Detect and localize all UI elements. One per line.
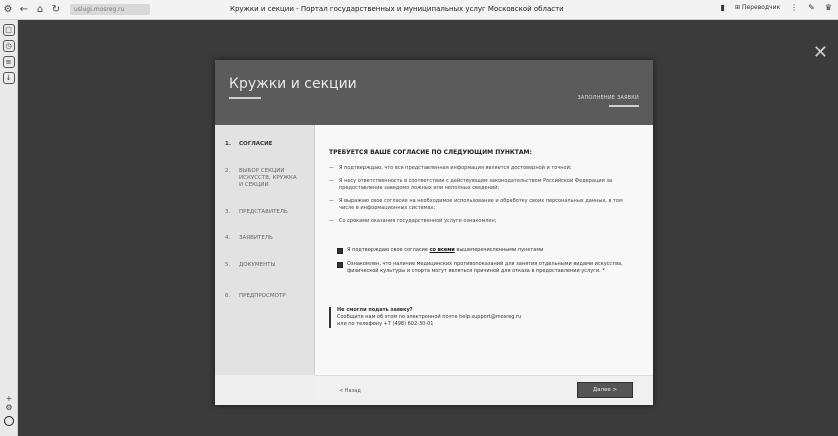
settings-icon[interactable]: ⚙ [0, 2, 16, 18]
fill-application-label: ЗАПОЛНЕНИЕ ЗАЯВКИ [577, 95, 639, 101]
side-panel: □ ◷ ≡ ↓ + ⚙ [0, 20, 18, 436]
profile-icon[interactable] [4, 416, 14, 426]
help-phone-line: или по телефону +7 (498) 602-30-01 [337, 321, 434, 327]
home-icon[interactable]: ⌂ [32, 2, 48, 18]
steps-sidebar: 1. СОГЛАСИЕ 2. ВЫБОР СЕКЦИИ ИСКУССТВ, КР… [215, 125, 315, 375]
modal-footer: < Назад Далее > [315, 375, 653, 405]
checkbox-checked[interactable] [337, 248, 343, 254]
settings-gear-icon[interactable]: ⚙ [3, 403, 15, 412]
menu-icon[interactable]: ⋮ [790, 3, 798, 12]
consent-item: — Со сроками оказания государственной ус… [329, 218, 497, 224]
consent-item: — Я выражаю свое согласие на необходимое… [329, 198, 623, 211]
extension-icon[interactable]: ✎ [808, 3, 815, 12]
step-consent[interactable]: 1. СОГЛАСИЕ [225, 141, 301, 148]
download-icon[interactable]: ↓ [2, 72, 15, 84]
step-preview[interactable]: 6. ПРЕДПРОСМОТР [225, 293, 301, 300]
page-title: Кружки и секции - Портал государственных… [230, 5, 564, 13]
consent-content: ТРЕБУЕТСЯ ВАШЕ СОГЛАСИЕ ПО СЛЕДУЮЩИМ ПУН… [315, 125, 653, 375]
back-step-button[interactable]: < Назад [339, 384, 389, 398]
translate-label: Переводчик [741, 4, 781, 11]
application-modal: Кружки и секции ЗАПОЛНЕНИЕ ЗАЯВКИ 1. СОГ… [215, 60, 653, 405]
translate-button[interactable]: ⊞ Переводчик [735, 4, 780, 11]
consent-all-checkbox[interactable]: Я подтверждаю свое согласие со всеми выш… [337, 247, 637, 254]
back-button[interactable]: ← [16, 2, 32, 18]
add-icon[interactable]: + [3, 394, 15, 403]
help-email-line[interactable]: Сообщите нам об этом по электронной почт… [337, 314, 521, 321]
notes-icon[interactable]: ≡ [2, 56, 15, 68]
modal-header: Кружки и секции ЗАПОЛНЕНИЕ ЗАЯВКИ [215, 60, 653, 125]
vk-icon[interactable]: ♛ [825, 3, 832, 12]
reload-button[interactable]: ↻ [48, 2, 64, 18]
translate-icon: ⊞ [734, 4, 740, 11]
step-representative[interactable]: 3. ПРЕДСТАВИТЕЛЬ [225, 209, 301, 216]
step-choose-section[interactable]: 2. ВЫБОР СЕКЦИИ ИСКУССТВ, КРУЖКА И СЕКЦИ… [225, 168, 301, 189]
consent-item: — Я несу ответственность в соответствии … [329, 178, 613, 191]
modal-title: Кружки и секции [229, 76, 357, 92]
reading-mode-icon[interactable]: ▮ [721, 3, 725, 12]
history-icon[interactable]: ◷ [2, 40, 15, 52]
header-underline [609, 105, 639, 107]
consent-heading: ТРЕБУЕТСЯ ВАШЕ СОГЛАСИЕ ПО СЛЕДУЮЩИМ ПУН… [329, 149, 532, 156]
title-underline [229, 97, 261, 99]
close-icon[interactable]: ✕ [813, 44, 828, 62]
all-items-link[interactable]: со всеми [430, 247, 455, 253]
checkbox-checked[interactable] [337, 262, 343, 268]
step-documents[interactable]: 5. ДОКУМЕНТЫ [225, 262, 301, 269]
address-bar[interactable]: uslugi.mosreg.ru [70, 4, 150, 15]
step-applicant[interactable]: 4. ЗАЯВИТЕЛЬ [225, 235, 301, 242]
help-block: Не смогли подать заявку? Сообщите нам об… [329, 307, 521, 328]
bookmarks-icon[interactable]: □ [2, 24, 15, 36]
next-step-button[interactable]: Далее > [577, 382, 633, 398]
browser-toolbar: ⚙ ← ⌂ ↻ uslugi.mosreg.ru Кружки и секции… [0, 0, 838, 20]
medical-consent-checkbox[interactable]: Ознакомлен, что наличие медицинских прот… [337, 261, 637, 275]
consent-item: — Я подтверждаю, что вся представленная … [329, 165, 572, 171]
